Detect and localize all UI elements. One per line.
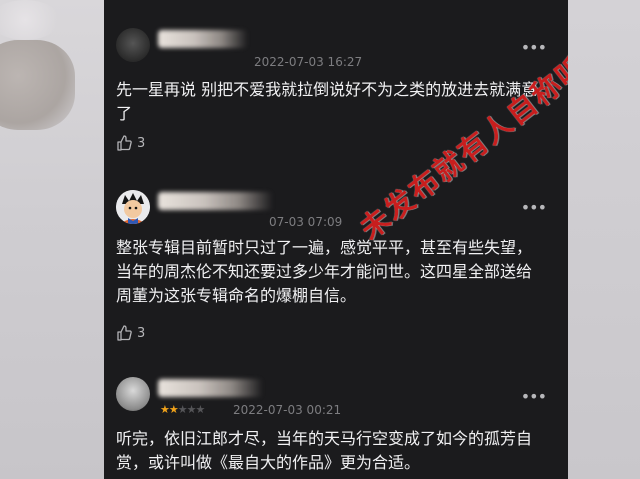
background-left — [0, 0, 104, 479]
thumbs-up-icon — [117, 135, 132, 151]
star-empty-icon: ★ — [186, 403, 197, 416]
star-rating: ★★★★★ — [160, 403, 206, 416]
username-blurred[interactable] — [158, 30, 248, 48]
more-dots-icon[interactable]: ••• — [521, 38, 547, 57]
comment-text: 听完，依旧江郎才尽，当年的天马行空变成了如今的孤芳自赏，或许叫做《最自大的作品》… — [116, 429, 533, 472]
star-empty-icon: ★ — [195, 403, 206, 416]
avatar-cartoon-icon — [116, 190, 150, 224]
background-right — [568, 0, 640, 479]
comment-date: 2022-07-03 00:21 — [233, 403, 342, 417]
comment-item: ★★★★★ 2022-07-03 00:21 ••• 听完，依旧江郎才尽，当年的… — [104, 365, 568, 479]
comment-item: 07-03 07:09 ••• 整张专辑目前暂时只过了一遍，感觉平平，甚至有些失… — [104, 170, 568, 350]
like-button[interactable]: 3 — [116, 135, 145, 151]
decoration-object — [0, 40, 75, 130]
comment-feed[interactable]: 2022-07-03 16:27 ••• 先一星再说 别把不爱我就拉倒说好不为之… — [104, 0, 568, 479]
like-count: 3 — [137, 135, 146, 151]
comment-text: 先一星再说 别把不爱我就拉倒说好不为之类的放进去就满意了 — [116, 80, 538, 123]
star-empty-icon: ★ — [177, 403, 188, 416]
thumbs-up-icon — [117, 325, 132, 341]
avatar[interactable] — [116, 190, 150, 224]
more-dots-icon[interactable]: ••• — [521, 387, 547, 406]
like-button[interactable]: 3 — [116, 325, 145, 341]
comment-date: 2022-07-03 16:27 — [254, 55, 363, 69]
decoration-highlight — [0, 0, 60, 40]
more-dots-icon[interactable]: ••• — [521, 198, 547, 217]
comment-item: 2022-07-03 16:27 ••• 先一星再说 别把不爱我就拉倒说好不为之… — [104, 0, 568, 160]
comment-text: 整张专辑目前暂时只过了一遍，感觉平平，甚至有些失望，当年的周杰伦不知还要过多少年… — [116, 238, 533, 305]
avatar[interactable] — [116, 28, 150, 62]
comment-date: 07-03 07:09 — [269, 215, 343, 229]
username-blurred[interactable] — [158, 192, 273, 210]
avatar[interactable] — [116, 377, 150, 411]
star-filled-icon: ★ — [168, 403, 179, 416]
star-filled-icon: ★ — [160, 403, 170, 416]
like-count: 3 — [137, 325, 146, 341]
username-blurred[interactable] — [158, 379, 263, 397]
